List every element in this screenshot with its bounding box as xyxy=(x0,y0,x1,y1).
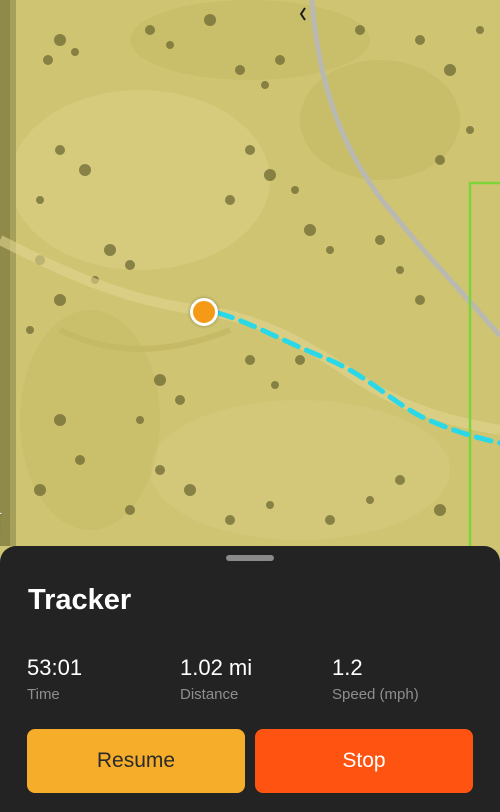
speed-value: 1.2 xyxy=(332,655,363,680)
sheet-grabber-handle[interactable] xyxy=(226,555,274,561)
distance-value: 1.02 mi xyxy=(180,655,253,680)
stat-distance: 1.02 mi Distance xyxy=(180,655,253,704)
time-label: Time xyxy=(27,686,60,703)
stat-time: 53:01 Time xyxy=(27,655,83,704)
speed-label: Speed (mph) xyxy=(332,686,419,703)
tracker-panel: Tracker 53:01 Time 1.02 mi Distance 1.2 … xyxy=(0,546,500,812)
distance-label: Distance xyxy=(180,686,239,703)
resume-button[interactable]: Resume xyxy=(27,729,245,793)
tracker-title: Tracker xyxy=(28,584,132,616)
stop-button[interactable]: Stop xyxy=(255,729,473,793)
current-location-marker xyxy=(190,298,218,326)
time-value: 53:01 xyxy=(27,655,83,680)
map-attribution[interactable]: box xyxy=(0,512,4,531)
stat-speed: 1.2 Speed (mph) xyxy=(332,655,419,704)
